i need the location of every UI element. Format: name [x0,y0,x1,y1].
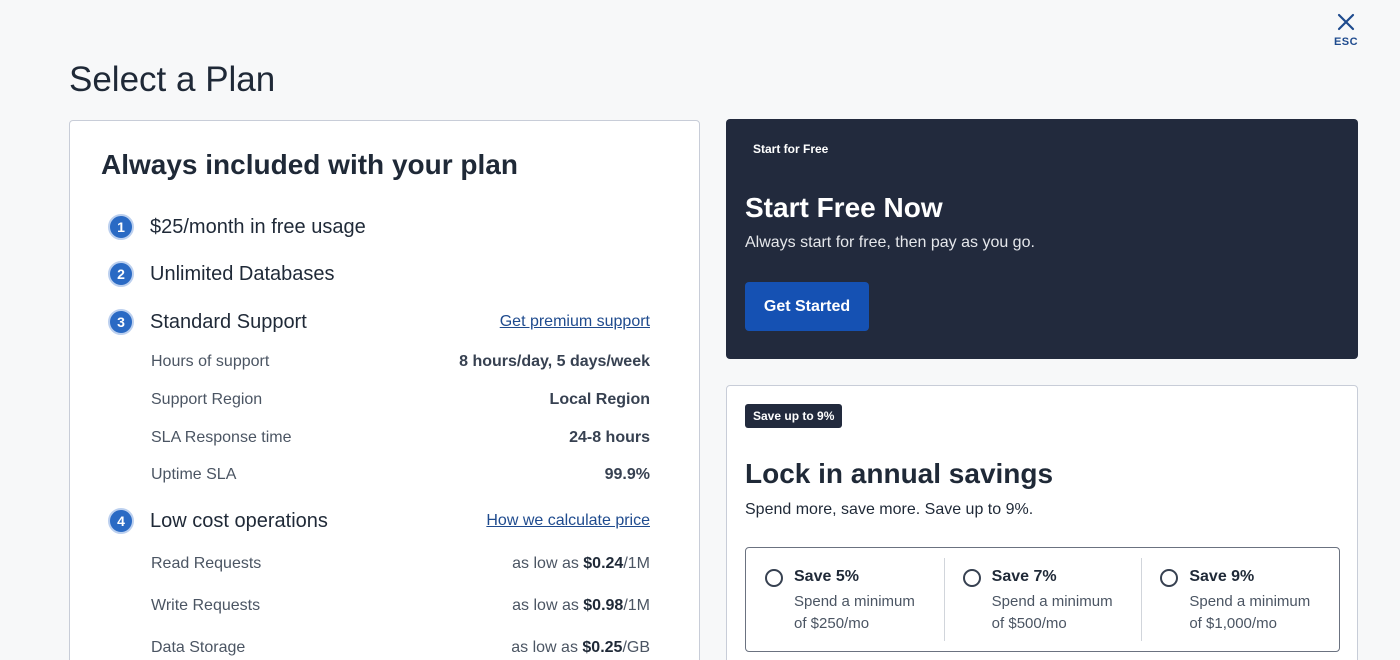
feature-unlimited-databases: 2 Unlimited Databases [108,259,650,289]
feature-label: Unlimited Databases [150,262,335,285]
feature-label: $25/month in free usage [150,215,366,238]
number-badge: 4 [108,508,134,534]
detail-label: Uptime SLA [151,466,237,483]
save-badge: Save up to 9% [745,404,843,428]
price-value: as low as $0.25/GB [511,639,650,656]
feature-label: Low cost operations [150,509,328,532]
page-title: Select a Plan [69,60,276,99]
detail-label: Support Region [151,391,263,408]
detail-label: SLA Response time [151,429,292,446]
detail-row: SLA Response time 24-8 hours [151,426,650,450]
price-label: Write Requests [151,597,261,614]
feature-standard-support: 3 Standard Support Get premium support [108,307,650,337]
feature-low-cost-operations: 4 Low cost operations How we calculate p… [108,506,650,536]
included-title: Always included with your plan [101,149,518,180]
start-free-title: Start Free Now [745,192,943,223]
detail-row: Support Region Local Region [151,388,650,412]
radio-button[interactable] [765,569,783,587]
detail-value: 99.9% [604,466,650,483]
number-badge: 2 [108,261,134,287]
price-row: Read Requests as low as $0.24/1M [151,552,650,576]
radio-button[interactable] [1160,569,1179,587]
option-desc: Spend a minimum of $250/mo [794,593,915,632]
get-started-button[interactable]: Get Started [745,282,869,331]
close-button[interactable]: ESC [1330,12,1362,54]
price-calculation-link[interactable]: How we calculate price [486,512,650,530]
price-label: Read Requests [151,555,262,572]
price-value: as low as $0.24/1M [512,555,650,572]
savings-title: Lock in annual savings [745,458,1054,489]
start-free-card: Start for Free Start Free Now Always sta… [726,119,1358,359]
premium-support-link[interactable]: Get premium support [500,313,650,331]
number-badge: 3 [108,309,134,335]
feature-free-usage: 1 $25/month in free usage [108,212,650,242]
price-row: Data Storage as low as $0.25/GB [151,636,650,660]
savings-option-9[interactable]: Save 9% Spend a minimum of $1,000/mo [1141,548,1339,651]
number-badge: 1 [108,214,134,240]
start-free-tag: Start for Free [753,142,829,156]
option-title: Save 5% [794,568,859,585]
option-desc: Spend a minimum of $500/mo [991,593,1113,632]
included-card: Always included with your plan 1 $25/mon… [69,120,700,660]
price-row: Write Requests as low as $0.98/1M [151,594,650,618]
close-icon [1337,13,1355,31]
detail-row: Uptime SLA 99.9% [151,463,650,487]
option-desc: Spend a minimum of $1,000/mo [1189,593,1311,632]
detail-value: Local Region [549,391,650,408]
feature-label: Standard Support [150,310,307,333]
radio-button[interactable] [962,569,981,587]
detail-value: 24-8 hours [569,429,650,446]
option-title: Save 9% [1189,568,1255,585]
savings-option-5[interactable]: Save 5% Spend a minimum of $250/mo [746,548,944,651]
esc-label: ESC [1333,36,1359,48]
option-title: Save 7% [991,568,1057,585]
detail-label: Hours of support [151,353,270,370]
annual-savings-card: Save up to 9% Lock in annual savings Spe… [726,385,1358,660]
savings-subtitle: Spend more, save more. Save up to 9%. [745,501,1034,518]
savings-option-7[interactable]: Save 7% Spend a minimum of $500/mo [943,548,1142,651]
detail-value: 8 hours/day, 5 days/week [459,353,650,370]
start-free-subtitle: Always start for free, then pay as you g… [745,234,1035,251]
price-value: as low as $0.98/1M [512,597,650,614]
savings-options: Save 5% Spend a minimum of $250/mo Save … [745,547,1340,652]
detail-row: Hours of support 8 hours/day, 5 days/wee… [151,350,650,374]
price-label: Data Storage [151,639,246,656]
